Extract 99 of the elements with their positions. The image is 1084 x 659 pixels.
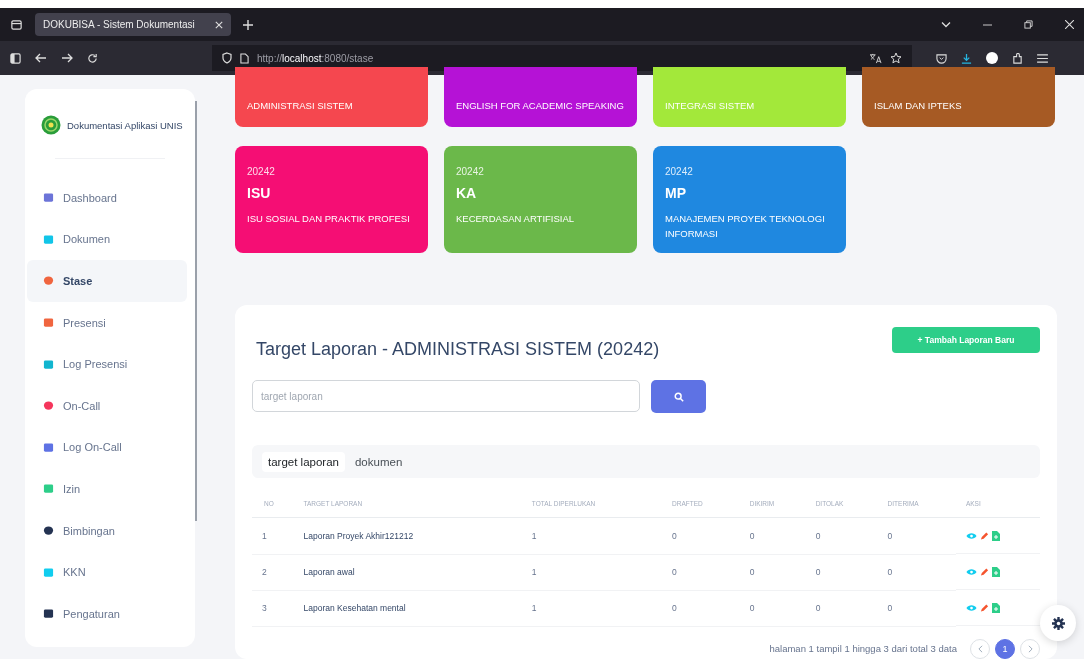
panel-tab[interactable]: target laporan bbox=[262, 451, 345, 472]
page-icon bbox=[240, 52, 249, 64]
table-cell: 0 bbox=[672, 603, 677, 614]
card-code: ISU bbox=[247, 185, 272, 201]
sidebar-item[interactable]: Dokumen bbox=[27, 218, 187, 261]
table-cell: Laporan Proyek Akhir121212 bbox=[303, 531, 414, 542]
sidebar-item[interactable]: KKN bbox=[27, 551, 187, 593]
table-cell: 0 bbox=[887, 603, 893, 614]
browser-tab[interactable]: DOKUBISA - Sistem Dokumentasi bbox=[35, 13, 231, 36]
card-title: INTEGRASI SISTEM bbox=[665, 98, 756, 113]
translate-icon[interactable] bbox=[869, 52, 882, 64]
table-cell: 3 bbox=[262, 603, 267, 614]
table-cell: Laporan awal bbox=[303, 567, 355, 578]
card-code: KA bbox=[456, 185, 478, 201]
minimize-icon[interactable] bbox=[983, 23, 992, 26]
restore-icon[interactable] bbox=[1024, 20, 1033, 29]
close-icon[interactable] bbox=[215, 20, 223, 29]
menu-item-icon bbox=[43, 525, 54, 537]
card-title: MANAJEMEN PROYEK TEKNOLOGI INFORMASI bbox=[665, 212, 826, 242]
shield-icon[interactable] bbox=[222, 52, 232, 64]
table-cell: 0 bbox=[815, 567, 821, 578]
sidebar-item[interactable]: Izin bbox=[27, 468, 187, 510]
sidebar-item[interactable]: Log Presensi bbox=[27, 343, 187, 385]
menu-item-icon bbox=[43, 358, 54, 370]
table-cell: 0 bbox=[887, 567, 893, 578]
card-period: 20242 bbox=[665, 166, 694, 177]
back-arrow-icon[interactable] bbox=[35, 53, 47, 63]
reload-icon[interactable] bbox=[87, 52, 98, 64]
card-title: ISLAM DAN IPTEKS bbox=[874, 98, 963, 113]
table-cell: Laporan Kesehatan mental bbox=[303, 603, 406, 614]
card-code: MP bbox=[665, 185, 687, 201]
table-cell: 0 bbox=[815, 603, 821, 614]
pencil-icon[interactable] bbox=[979, 567, 989, 578]
table-cell: 0 bbox=[749, 567, 755, 578]
card-title: ADMINISTRASI SISTEM bbox=[247, 98, 354, 113]
table-cell: 0 bbox=[749, 603, 755, 614]
menu-item-icon bbox=[43, 275, 54, 287]
table-cell: 1 bbox=[531, 531, 537, 542]
menu-item-icon bbox=[43, 400, 54, 412]
table-cell: 1 bbox=[262, 531, 267, 542]
download-icon[interactable] bbox=[961, 52, 972, 64]
table-cell: 0 bbox=[887, 531, 893, 542]
course-card[interactable]: ADMINISTRASI SISTEM bbox=[235, 67, 428, 127]
panel-title: Target Laporan - ADMINISTRASI SISTEM (20242) bbox=[256, 339, 660, 361]
table-cell: 1 bbox=[531, 567, 537, 578]
search-field[interactable]: target laporan bbox=[252, 380, 640, 413]
card-title: KECERDASAN ARTIFISIAL bbox=[456, 212, 576, 226]
pencil-icon[interactable] bbox=[979, 531, 989, 542]
sidebar-toggle-icon[interactable] bbox=[10, 52, 21, 64]
menu-item-icon bbox=[43, 483, 54, 495]
url-text: http://localhost:8080/stase bbox=[257, 52, 374, 64]
settings-button[interactable] bbox=[1040, 605, 1076, 641]
page-button[interactable]: 1 bbox=[995, 638, 1015, 659]
table-cell: 1 bbox=[531, 603, 537, 614]
pencil-icon[interactable] bbox=[979, 603, 989, 614]
sidebar-item[interactable]: Bimbingan bbox=[27, 509, 187, 552]
menu-item-icon bbox=[43, 192, 54, 204]
sidebar-item[interactable]: Log On-Call bbox=[27, 426, 187, 469]
table-cell: 2 bbox=[262, 567, 267, 578]
forward-arrow-icon[interactable] bbox=[61, 53, 73, 63]
sidebar-item[interactable]: On-Call bbox=[27, 384, 187, 427]
table-cell: 0 bbox=[815, 531, 821, 542]
menu-item-icon bbox=[43, 441, 54, 453]
chevron-left-icon bbox=[977, 644, 983, 653]
new-tab-icon[interactable] bbox=[243, 19, 253, 30]
settings-icon bbox=[1051, 616, 1065, 630]
menu-item-icon bbox=[43, 566, 54, 578]
pagination-info: halaman 1 tampil 1 hingga 3 dari total 3 data bbox=[769, 643, 957, 655]
table-cell: 0 bbox=[672, 567, 677, 578]
course-card[interactable]: ENGLISH FOR ACADEMIC SPEAKING bbox=[444, 67, 637, 127]
card-title: ISU SOSIAL DAN PRAKTIK PROFESI bbox=[247, 212, 411, 226]
table-cell: 0 bbox=[749, 531, 755, 542]
sidebar-item[interactable]: Pengaturan bbox=[27, 592, 187, 635]
pocket-icon[interactable] bbox=[936, 52, 947, 64]
tab-list-icon[interactable] bbox=[10, 18, 23, 31]
panel-tab[interactable]: dokumen bbox=[348, 451, 409, 472]
course-card[interactable]: 20242 ISU ISU SOSIAL DAN PRAKTIK PROFESI bbox=[235, 146, 428, 254]
menu-icon[interactable] bbox=[1037, 53, 1048, 63]
logo-icon bbox=[41, 115, 61, 135]
card-period: 20242 bbox=[247, 166, 276, 177]
menu-item-icon bbox=[43, 233, 54, 245]
search-button[interactable] bbox=[651, 380, 706, 414]
brand-name: Dokumentasi Aplikasi UNIS bbox=[67, 119, 183, 131]
search-icon bbox=[673, 391, 684, 402]
menu-item-icon bbox=[43, 608, 54, 620]
sidebar-item[interactable]: Presensi bbox=[27, 301, 187, 344]
course-card[interactable]: ISLAM DAN IPTEKS bbox=[862, 67, 1055, 127]
close-icon[interactable] bbox=[1065, 20, 1074, 29]
table-cell: 0 bbox=[672, 531, 677, 542]
chevron-right-icon bbox=[1027, 644, 1033, 653]
sidebar-item[interactable]: Dashboard bbox=[27, 177, 187, 219]
avatar-icon[interactable] bbox=[986, 52, 998, 64]
card-period: 20242 bbox=[456, 166, 485, 177]
card-title: ENGLISH FOR ACADEMIC SPEAKING bbox=[456, 98, 625, 113]
sidebar-item[interactable]: Stase bbox=[27, 260, 187, 302]
star-icon[interactable] bbox=[890, 52, 902, 64]
chevron-down-icon[interactable] bbox=[941, 21, 951, 28]
course-card[interactable]: 20242 MP MANAJEMEN PROYEK TEKNOLOGI INFORMASI bbox=[653, 146, 846, 254]
menu-item-icon bbox=[43, 317, 54, 329]
